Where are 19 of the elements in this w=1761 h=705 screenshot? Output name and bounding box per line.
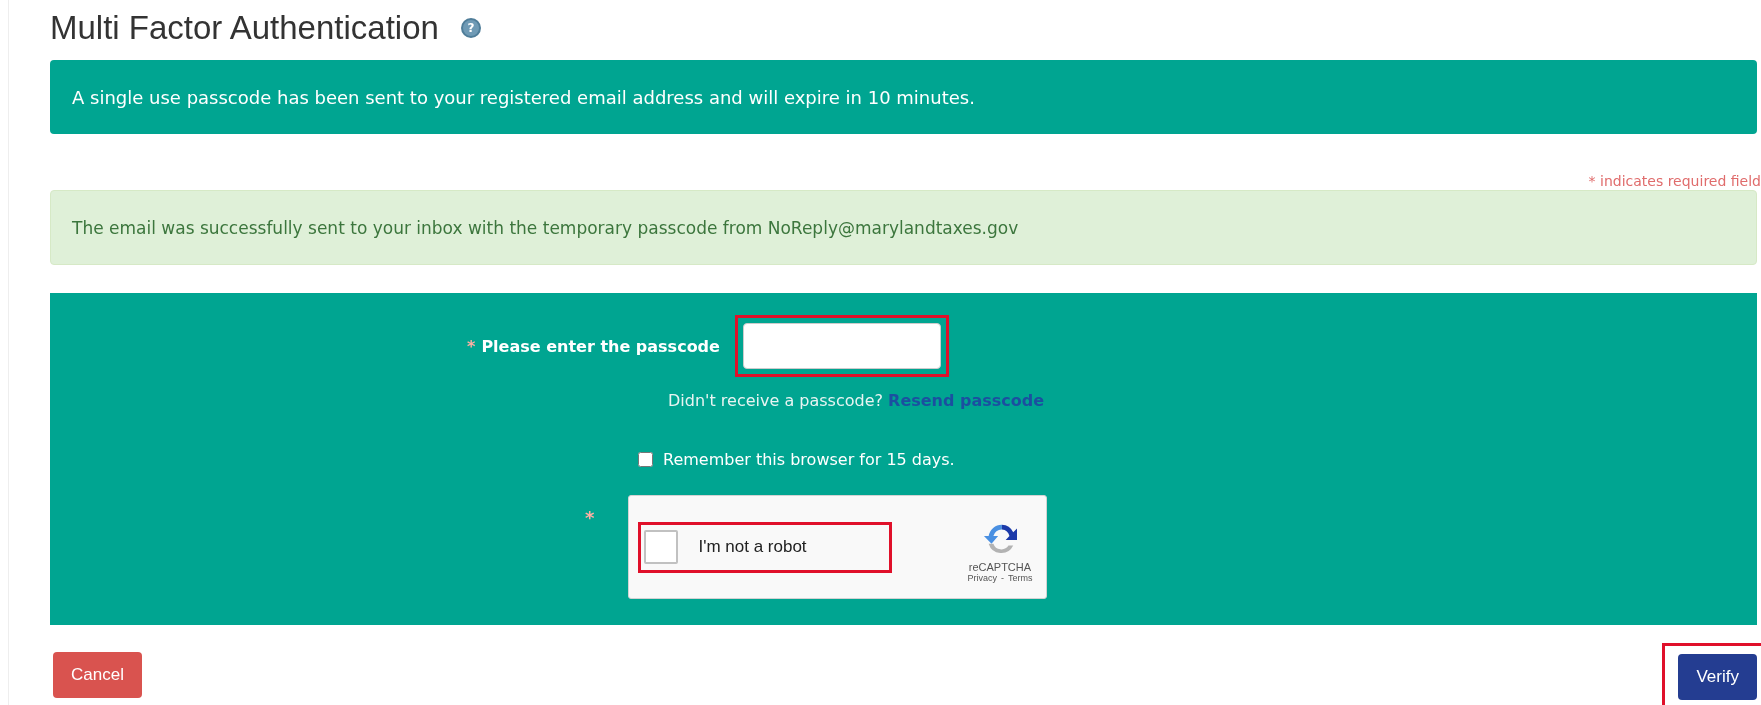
required-mark: * (585, 507, 595, 530)
remember-checkbox[interactable] (638, 452, 653, 467)
terms-link[interactable]: Terms (1007, 573, 1033, 583)
passcode-field[interactable] (743, 323, 941, 369)
success-alert: The email was successfully sent to your inbox with the temporary passcode from NoReply@marylandtaxes.gov (50, 190, 1757, 265)
resend-text: Didn't receive a passcode? Resend passcode (668, 391, 1046, 410)
captcha-checkbox[interactable] (644, 530, 679, 564)
separator-text: - (1000, 573, 1004, 583)
checkbox-label: Remember this browser for 15 days. (663, 450, 955, 469)
required-note: * indicates required field (1588, 173, 1761, 189)
captcha-label: I'm not a robot (698, 537, 807, 557)
field-label: Please enter the passcode (481, 336, 720, 356)
page-title: Multi Factor Authentication (50, 9, 439, 47)
cancel-button[interactable]: Cancel (53, 652, 142, 698)
required-mark: * (467, 336, 476, 356)
verify-button[interactable]: Verify (1678, 653, 1757, 700)
info-banner: A single use passcode has been sent to your registered email address and will expire in 10 minutes. (50, 60, 1757, 134)
captcha-brand: reCAPTCHA (968, 561, 1032, 573)
privacy-link[interactable]: Privacy (967, 573, 997, 583)
